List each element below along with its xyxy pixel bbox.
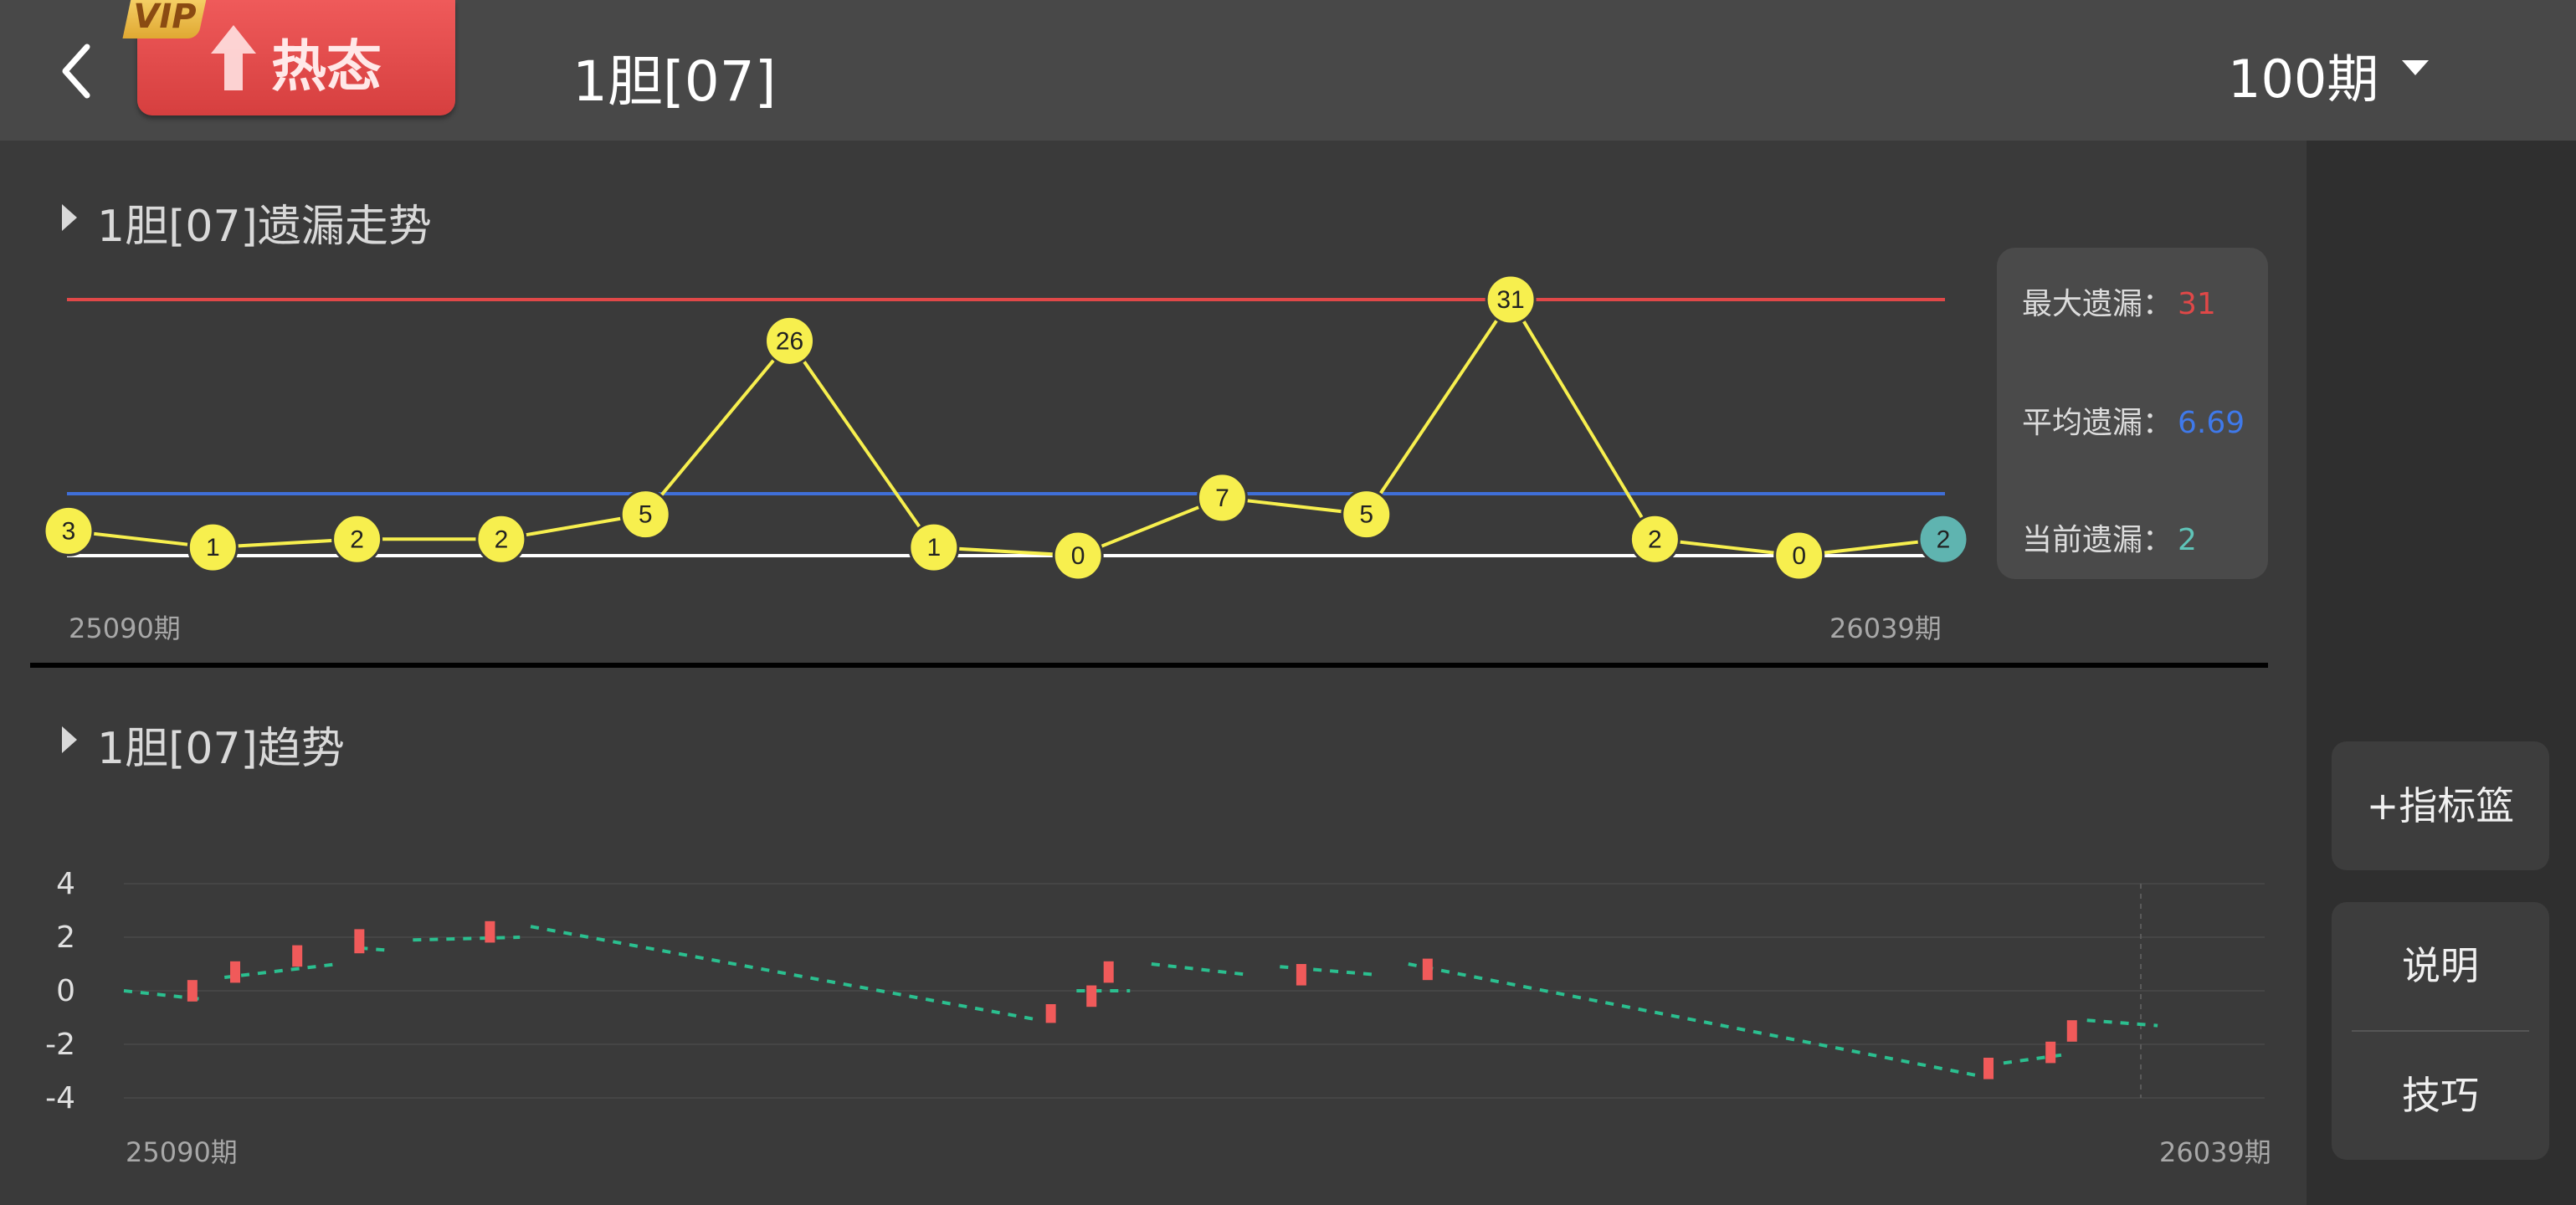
trend-candle[interactable]: [2066, 1020, 2077, 1042]
trend-chart: [123, 883, 2265, 1099]
trend-candle[interactable]: [1983, 1058, 1994, 1079]
trend-candle[interactable]: [1296, 964, 1306, 986]
trend-segment: [223, 962, 339, 979]
trend-candle[interactable]: [1045, 1004, 1056, 1023]
trend-x-end-label: 26039期: [2159, 1136, 2271, 1168]
trend-segment: [2086, 1018, 2158, 1028]
trend-candle[interactable]: [2045, 1041, 2056, 1064]
trend-candle[interactable]: [1103, 961, 1114, 983]
trend-segment: [1151, 962, 1249, 977]
trend-candle[interactable]: [1086, 985, 1097, 1008]
explain-button[interactable]: 说明: [2332, 902, 2549, 1030]
trend-candle[interactable]: [230, 961, 241, 983]
trend-segment: [530, 925, 1041, 1023]
tips-button[interactable]: 技巧: [2332, 1032, 2549, 1160]
trend-segment: [1408, 962, 1983, 1079]
trend-candle[interactable]: [485, 920, 495, 943]
trend-segment: [1280, 965, 1377, 977]
trend-candle[interactable]: [187, 980, 198, 1002]
trend-candle[interactable]: [354, 929, 365, 954]
trend-candle[interactable]: [1422, 958, 1433, 981]
caret-down-icon[interactable]: [2400, 59, 2430, 79]
trend-candle[interactable]: [292, 945, 303, 967]
trend-x-start-label: 25090期: [126, 1136, 238, 1168]
add-indicator-button[interactable]: +指标篮: [2332, 741, 2549, 870]
